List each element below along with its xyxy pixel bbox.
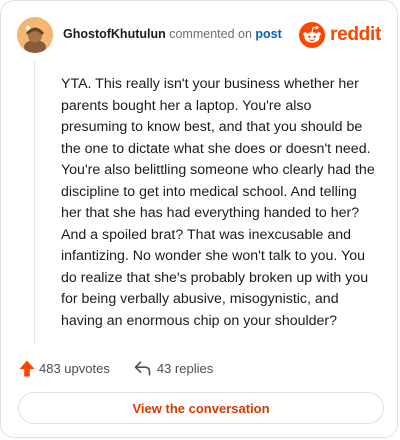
- comment-body: YTA. This really isn't your business whe…: [61, 76, 375, 329]
- thread-line: [34, 61, 35, 345]
- reddit-brand[interactable]: reddit: [299, 21, 381, 49]
- post-link[interactable]: post: [255, 27, 281, 41]
- upvote-count: 483 upvotes: [39, 360, 110, 376]
- replies-action[interactable]: 43 replies: [134, 361, 213, 376]
- comment-actions: 483 upvotes 43 replies: [19, 357, 213, 379]
- avatar-icon[interactable]: [17, 17, 53, 53]
- comment-card: GhostofKhutulun commented on post reddit…: [0, 0, 398, 438]
- comment-meta: GhostofKhutulun commented on post: [63, 27, 282, 41]
- comment-header: GhostofKhutulun commented on post reddit: [17, 17, 381, 53]
- upvote-action[interactable]: 483 upvotes: [19, 360, 110, 377]
- reply-count: 43 replies: [156, 360, 214, 376]
- view-conversation-button[interactable]: View the conversation: [18, 392, 384, 424]
- username-link[interactable]: GhostofKhutulun: [63, 27, 166, 41]
- upvote-arrow-icon: [19, 360, 35, 376]
- reddit-wordmark: reddit: [330, 24, 381, 45]
- reddit-logo-icon: [299, 22, 326, 48]
- meta-action-text: commented on: [169, 27, 252, 41]
- reply-icon: [134, 360, 151, 376]
